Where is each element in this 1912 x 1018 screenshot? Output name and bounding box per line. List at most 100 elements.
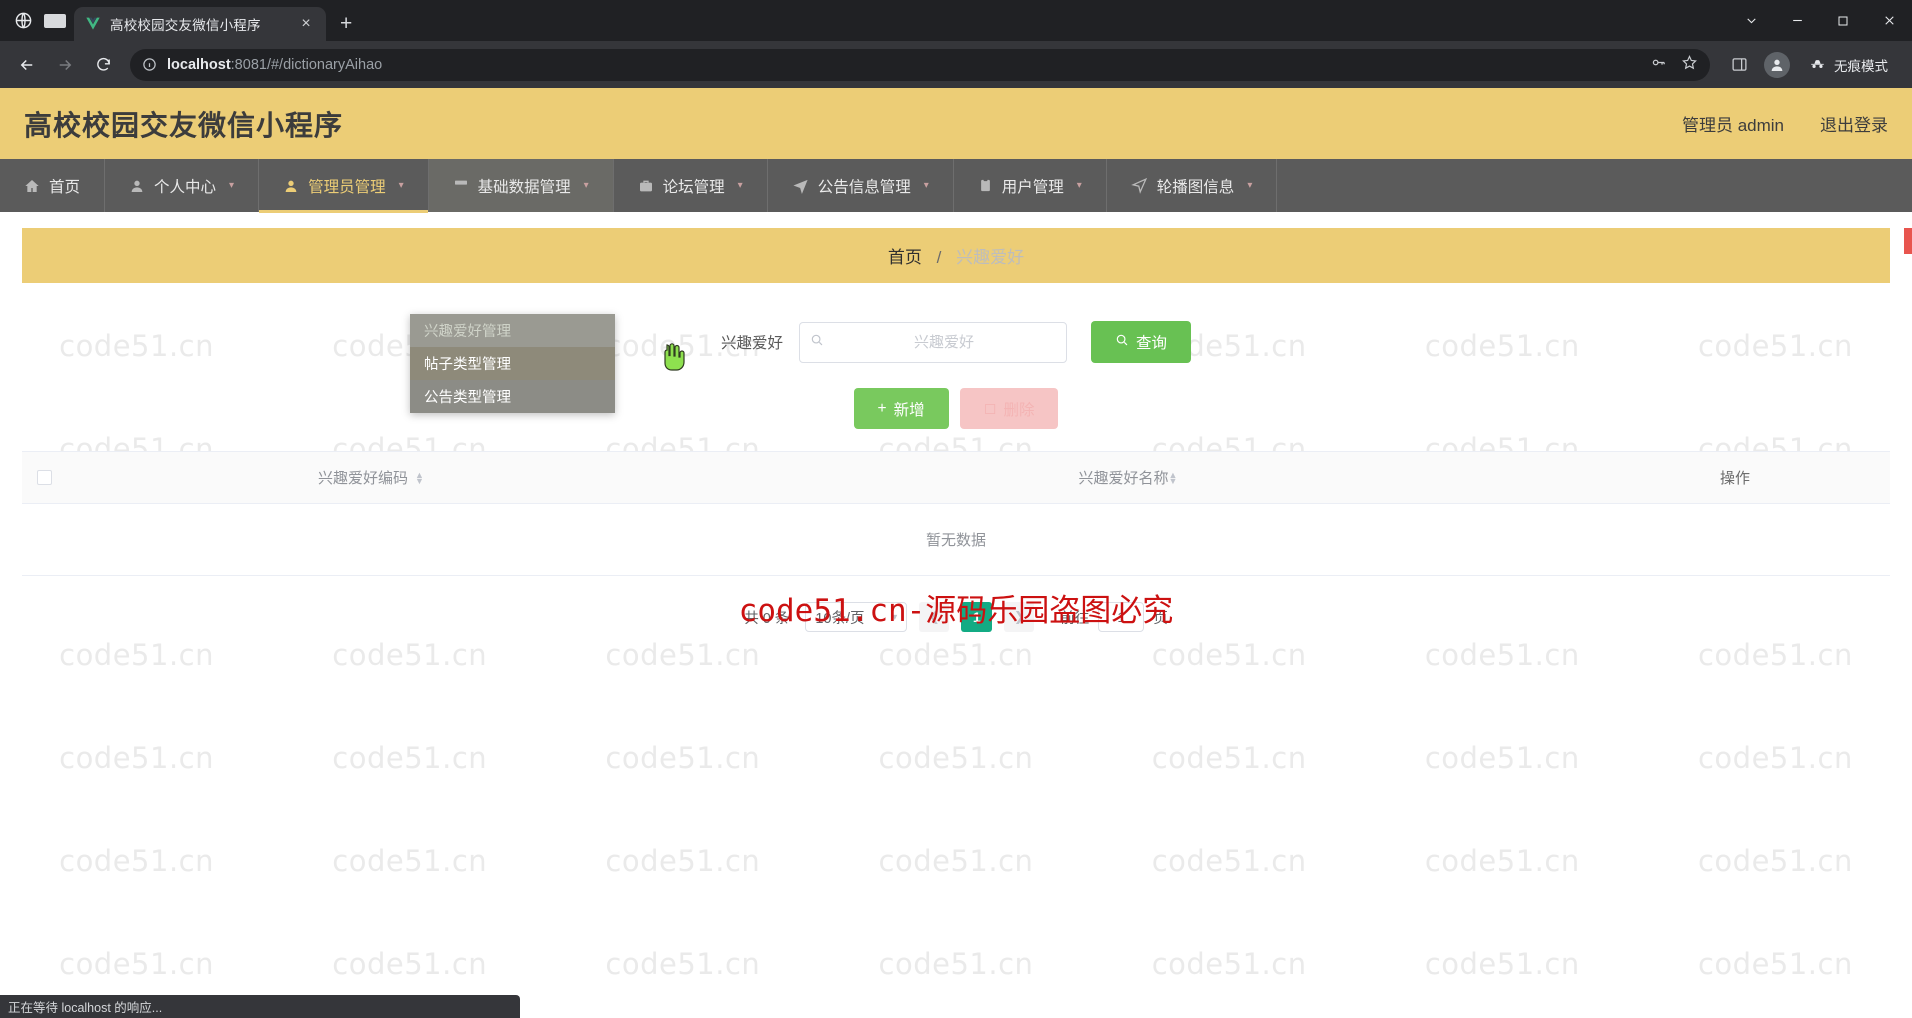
- chevron-down-icon[interactable]: [1728, 0, 1774, 41]
- add-button-label: 新增: [893, 401, 925, 419]
- vue-logo-icon: [84, 16, 101, 33]
- breadcrumb-band: 首页 / 兴趣爱好: [22, 228, 1912, 283]
- pagination-page-1[interactable]: 1: [961, 602, 993, 632]
- table-header-code[interactable]: 兴趣爱好编码 ▲ ▼: [66, 452, 676, 503]
- browser-tab[interactable]: 高校校园交友微信小程序 ×: [74, 7, 326, 41]
- site-info-icon[interactable]: [142, 57, 157, 72]
- watermark-tile: code51.cn: [59, 843, 215, 878]
- watermark-tile: code51.cn: [332, 740, 488, 775]
- sort-arrows-icon[interactable]: ▲ ▼: [415, 470, 424, 485]
- user-admin-icon: [283, 178, 299, 194]
- delete-button[interactable]: ◻ 删除: [959, 388, 1059, 429]
- watermark-tile: code51.cn: [1424, 946, 1580, 981]
- nav-item-admin-management[interactable]: 管理员管理 ▾: [259, 159, 429, 213]
- maximize-icon[interactable]: [1820, 0, 1866, 41]
- nav-item-basic-data-management[interactable]: 基础数据管理 ▾: [428, 159, 614, 212]
- page-content: code51.cn code51.cn code51.cn code51.cn code…: [0, 88, 1912, 1018]
- sort-arrows-icon[interactable]: ▲ ▼: [1169, 470, 1178, 485]
- pagination-jump: 前往 页: [1060, 602, 1168, 632]
- watermark-tile: code51.cn: [1151, 637, 1307, 672]
- pagination-jump-input[interactable]: [1098, 602, 1145, 632]
- send-icon: [792, 177, 809, 194]
- password-key-icon[interactable]: [1650, 54, 1667, 76]
- watermark-tile: code51.cn: [1151, 946, 1307, 981]
- dropdown-item-post-type-management[interactable]: 帖子类型管理: [410, 347, 615, 380]
- nav-label: 公告信息管理: [817, 178, 911, 196]
- dropdown-item-hobby-management[interactable]: 兴趣爱好管理: [410, 314, 615, 347]
- page-size-select[interactable]: 10条/页 ▾: [805, 602, 908, 632]
- browser-window: 高校校园交友微信小程序 × + localhost:8081/#/diction…: [0, 0, 1912, 1018]
- breadcrumb-current: 兴趣爱好: [956, 248, 1025, 267]
- forward-button-icon[interactable]: [48, 48, 82, 82]
- user-icon: [129, 178, 145, 194]
- chevron-down-icon: ▾: [737, 180, 743, 191]
- watermark-tile: code51.cn: [1424, 843, 1580, 878]
- current-user-label: 管理员 admin: [1681, 116, 1784, 135]
- data-table: 兴趣爱好编码 ▲ ▼ 兴趣爱好名称 ▲ ▼ 操作 暂无数据: [22, 451, 1890, 576]
- watermark-tile: code51.cn: [1697, 843, 1853, 878]
- home-icon: [24, 178, 40, 194]
- nav-label: 基础数据管理: [477, 178, 571, 196]
- incognito-badge-icon: [38, 0, 72, 41]
- sidepanel-icon[interactable]: [1722, 48, 1756, 82]
- watermark-tile: code51.cn: [605, 946, 761, 981]
- clipboard-icon: [978, 178, 993, 193]
- watermark-tile: code51.cn: [59, 946, 215, 981]
- table-header-operations: 操作: [1719, 470, 1750, 487]
- back-button-icon[interactable]: [10, 48, 44, 82]
- close-window-icon[interactable]: [1866, 0, 1912, 41]
- watermark-tile: code51.cn: [1424, 637, 1580, 672]
- pagination-prev-button[interactable]: ❮: [919, 602, 950, 632]
- scrollbar-indicator[interactable]: [1904, 228, 1912, 283]
- watermark-tile: code51.cn: [59, 637, 215, 672]
- pagination-jump-prefix: 前往: [1060, 610, 1090, 627]
- select-all-checkbox[interactable]: [36, 470, 52, 485]
- chevron-down-icon: ▾: [1247, 180, 1253, 191]
- watermark-tile: code51.cn: [1697, 637, 1853, 672]
- nav-item-user-management[interactable]: 用户管理 ▾: [954, 159, 1107, 212]
- watermark-tile: code51.cn: [878, 843, 1034, 878]
- watermark-tile: code51.cn: [59, 740, 215, 775]
- reload-button-icon[interactable]: [86, 48, 120, 82]
- search-submit-label: 查询: [1136, 335, 1168, 352]
- breadcrumb-root[interactable]: 首页: [888, 248, 922, 267]
- watermark-tile: code51.cn: [1697, 946, 1853, 981]
- browser-toolbar: localhost:8081/#/dictionaryAihao 无痕模式: [0, 41, 1912, 88]
- search-field-label: 兴趣爱好: [720, 335, 783, 352]
- nav-item-carousel-info[interactable]: 轮播图信息 ▾: [1107, 159, 1278, 212]
- nav-label: 轮播图信息: [1156, 178, 1235, 196]
- minimize-icon[interactable]: [1774, 0, 1820, 41]
- avatar[interactable]: [1764, 51, 1790, 78]
- logout-button[interactable]: 退出登录: [1820, 111, 1888, 136]
- table-header-row: 兴趣爱好编码 ▲ ▼ 兴趣爱好名称 ▲ ▼ 操作: [22, 452, 1890, 504]
- breadcrumb-separator: /: [936, 248, 942, 267]
- nav-item-home[interactable]: 首页: [0, 159, 106, 212]
- address-bar[interactable]: localhost:8081/#/dictionaryAihao: [130, 48, 1710, 81]
- watermark-tile: code51.cn: [332, 946, 488, 981]
- tab-close-icon[interactable]: ×: [296, 16, 316, 32]
- breadcrumb: 首页 / 兴趣爱好: [888, 243, 1024, 268]
- table-header-name-label: 兴趣爱好名称: [1078, 470, 1169, 487]
- table-header-name[interactable]: 兴趣爱好名称 ▲ ▼: [676, 452, 1580, 503]
- nav-item-personal-center[interactable]: 个人中心 ▾: [105, 159, 260, 212]
- incognito-mode-indicator[interactable]: 无痕模式: [1798, 51, 1898, 79]
- table-empty-state: 暂无数据: [22, 504, 1890, 576]
- app-header: 高校校园交友微信小程序 管理员 admin 退出登录: [0, 88, 1912, 159]
- search-input-wrapper[interactable]: [799, 321, 1067, 363]
- search-submit-button[interactable]: 查询: [1091, 321, 1192, 363]
- dropdown-item-announcement-type-management[interactable]: 公告类型管理: [410, 380, 615, 413]
- nav-item-forum-management[interactable]: 论坛管理 ▾: [614, 159, 768, 212]
- pagination-next-button[interactable]: ❯: [1004, 602, 1035, 632]
- table-header-code-label: 兴趣爱好编码: [318, 470, 409, 487]
- new-tab-button[interactable]: +: [340, 13, 352, 34]
- pagination-total: 共 0 条: [744, 610, 790, 627]
- search-input[interactable]: [832, 333, 1056, 351]
- add-button[interactable]: + 新增: [853, 388, 949, 429]
- bookmark-star-icon[interactable]: [1681, 54, 1698, 76]
- select-all-header[interactable]: [22, 452, 66, 503]
- nav-label: 个人中心: [154, 178, 217, 196]
- watermark-tile: code51.cn: [332, 843, 488, 878]
- nav-label: 论坛管理: [662, 178, 725, 196]
- nav-item-announcement-management[interactable]: 公告信息管理 ▾: [768, 159, 954, 212]
- plus-icon: +: [877, 399, 887, 417]
